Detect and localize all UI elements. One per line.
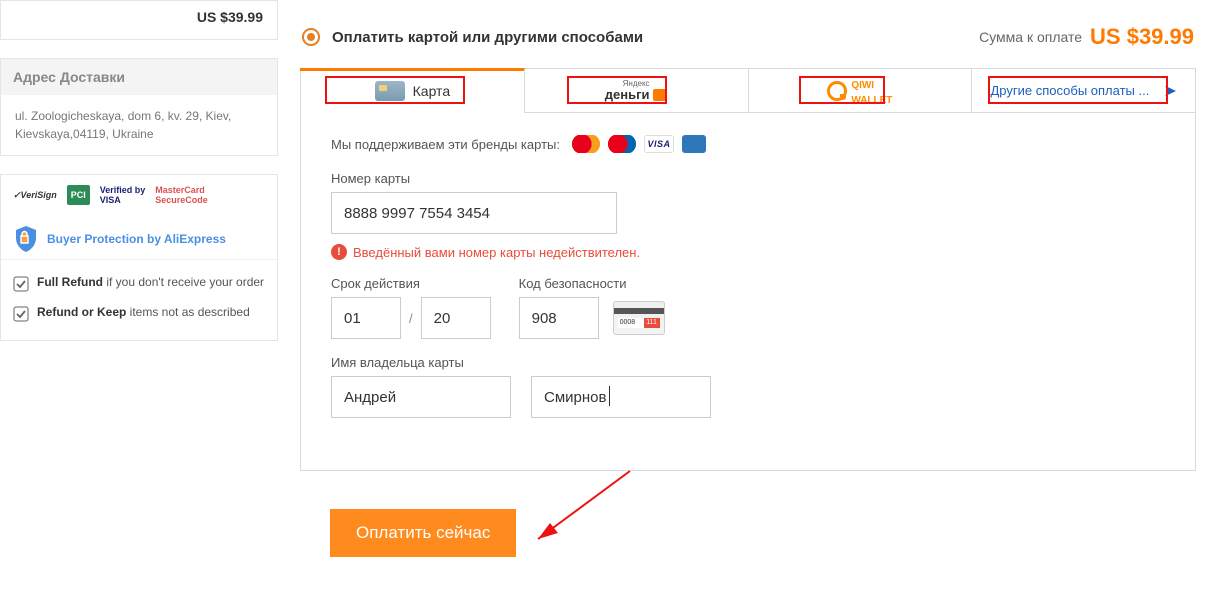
- tab-other-label: Другие способы оплаты ...: [991, 83, 1150, 98]
- expiry-separator: /: [409, 311, 413, 326]
- cardholder-label: Имя владельца карты: [331, 355, 1165, 370]
- card-number-input[interactable]: [331, 192, 617, 234]
- shield-icon: [13, 225, 39, 253]
- annotation-arrow: [520, 467, 640, 557]
- cvv-group: Код безопасности 0008 111: [519, 276, 665, 339]
- refund-or-keep-item: Refund or Keep items not as described: [13, 298, 265, 328]
- card-number-error-text: Введённый вами номер карты недействителе…: [353, 245, 640, 260]
- amount-value: US $39.99: [1090, 24, 1194, 50]
- pay-now-button[interactable]: Оплатить сейчас: [330, 509, 516, 557]
- mastercard-securecode-logo: MasterCardSecureCode: [155, 185, 208, 205]
- last-name-input[interactable]: [531, 376, 711, 418]
- expiry-label: Срок действия: [331, 276, 491, 291]
- expiry-year-input[interactable]: [421, 297, 491, 339]
- mastercard-icon: [572, 135, 600, 153]
- refund-keep-bold: Refund or Keep: [37, 305, 126, 319]
- trust-logos: ✓VeriSign PCI Verified byVISA MasterCard…: [1, 175, 277, 215]
- full-refund-text: if you don't receive your order: [103, 275, 264, 289]
- tab-card[interactable]: Карта: [301, 69, 524, 113]
- maestro-icon: [608, 135, 636, 153]
- check-icon: [13, 306, 29, 322]
- verisign-logo: ✓VeriSign: [13, 185, 57, 205]
- expiry-month-input[interactable]: [331, 297, 401, 339]
- card-icon: [375, 81, 405, 101]
- cvv-hint-icon: 0008 111: [613, 301, 665, 335]
- sidebar-total-box: US $39.99: [0, 0, 278, 40]
- sidebar: US $39.99 Адрес Доставки ul. Zoologiches…: [0, 0, 278, 597]
- buyer-protection-label: Buyer Protection by AliExpress: [47, 232, 226, 246]
- amount-label: Сумма к оплате: [979, 29, 1082, 45]
- expiry-group: Срок действия /: [331, 276, 491, 339]
- buyer-protection-row: Buyer Protection by AliExpress: [1, 215, 277, 260]
- full-refund-item: Full Refund if you don't receive your or…: [13, 268, 265, 298]
- card-form: Мы поддерживаем эти бренды карты: VISA Н…: [301, 113, 1195, 470]
- cardholder-group: Имя владельца карты: [331, 355, 1165, 418]
- tab-card-label: Карта: [413, 83, 450, 99]
- cvv-label: Код безопасности: [519, 276, 665, 291]
- refund-keep-text: items not as described: [126, 305, 249, 319]
- payment-panel: Карта Яндекс деньги QIWIWALLET: [300, 68, 1196, 471]
- supported-brands-text: Мы поддерживаем эти бренды карты:: [331, 137, 560, 152]
- visa-icon: VISA: [644, 135, 674, 153]
- pci-logo: PCI: [67, 185, 90, 205]
- payment-header: Оплатить картой или другими способами Су…: [300, 0, 1196, 68]
- card-number-label: Номер карты: [331, 171, 1165, 186]
- check-icon: [13, 276, 29, 292]
- card-number-error: ! Введённый вами номер карты недействите…: [331, 244, 1165, 260]
- verified-by-visa-logo: Verified byVISA: [100, 185, 146, 205]
- payment-method-title: Оплатить картой или другими способами: [332, 29, 979, 46]
- first-name-input[interactable]: [331, 376, 511, 418]
- tab-qiwi[interactable]: QIWIWALLET: [748, 69, 972, 113]
- cvv-input[interactable]: [519, 297, 599, 339]
- supported-brands-row: Мы поддерживаем эти бренды карты: VISA: [331, 135, 1165, 153]
- qiwi-logo: QIWIWALLET: [827, 76, 892, 106]
- payment-area: Оплатить картой или другими способами Су…: [278, 0, 1210, 597]
- tab-yandex-money[interactable]: Яндекс деньги: [524, 69, 748, 113]
- chevron-right-icon: ➤: [1163, 81, 1176, 101]
- error-icon: !: [331, 244, 347, 260]
- shipping-address-header: Адрес Доставки: [1, 59, 277, 95]
- shipping-address-section: Адрес Доставки ul. Zoologicheskaya, dom …: [0, 58, 278, 156]
- payment-tabs: Карта Яндекс деньги QIWIWALLET: [301, 69, 1195, 113]
- sidebar-total-value: US $39.99: [197, 9, 263, 25]
- shipping-address-text: ul. Zoologicheskaya, dom 6, kv. 29, Kiev…: [1, 95, 277, 155]
- yandex-money-logo: Яндекс деньги: [605, 80, 668, 101]
- tab-other-methods[interactable]: Другие способы оплаты ... ➤: [971, 69, 1195, 113]
- buyer-protection-section: ✓VeriSign PCI Verified byVISA MasterCard…: [0, 174, 278, 341]
- full-refund-bold: Full Refund: [37, 275, 103, 289]
- amex-icon: [682, 135, 706, 153]
- card-number-group: Номер карты ! Введённый вами номер карты…: [331, 171, 1165, 260]
- payment-method-radio[interactable]: [302, 28, 320, 46]
